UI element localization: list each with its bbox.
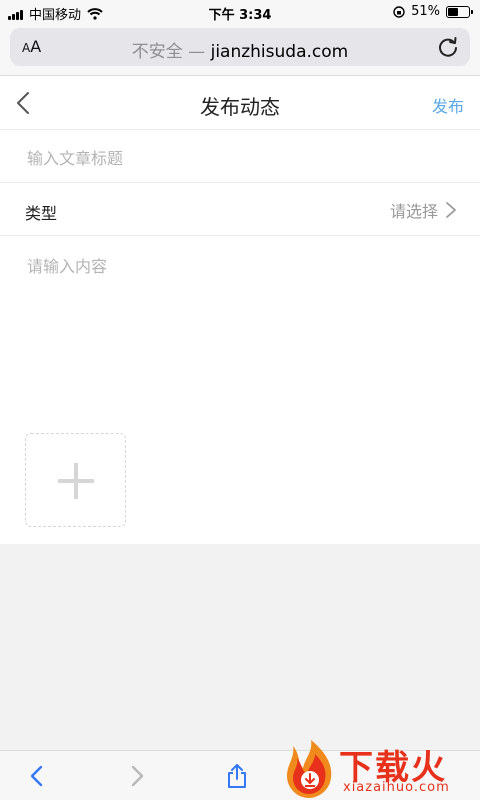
content-input[interactable] [25, 251, 455, 411]
reload-icon[interactable] [436, 35, 460, 59]
app-header: 发布动态 发布 [0, 77, 480, 130]
page-title: 发布动态 [200, 95, 280, 119]
watermark-domain: xiazaihuo.com [343, 780, 450, 795]
type-label: 类型 [25, 204, 58, 223]
share-icon[interactable] [224, 763, 250, 789]
title-input[interactable] [25, 145, 455, 171]
watermark: 下载火 xiazaihuo.com [283, 738, 480, 800]
url-text[interactable]: 不安全 — jianzhisuda.com [10, 37, 470, 62]
watermark-logo-icon [287, 740, 332, 798]
add-image-button[interactable] [25, 433, 126, 527]
status-bar: 中国移动 下午 3:34 51% [0, 0, 480, 24]
title-row [0, 131, 480, 183]
chevron-right-icon [446, 202, 456, 218]
browser-back-icon[interactable] [24, 763, 50, 789]
url-field[interactable]: AA 不安全 — jianzhisuda.com [10, 28, 470, 66]
orientation-lock-icon [393, 5, 405, 18]
domain-label: jianzhisuda.com [210, 42, 349, 62]
content-area [0, 237, 480, 427]
browser-address-bar: AA 不安全 — jianzhisuda.com [0, 24, 480, 76]
battery-percent: 51% [411, 4, 440, 19]
type-value: 请选择 [389, 202, 438, 221]
browser-forward-icon[interactable] [124, 763, 150, 789]
type-select[interactable]: 请选择 [390, 198, 458, 222]
gray-background [0, 544, 480, 750]
insecure-label: 不安全 — [131, 42, 206, 62]
type-row[interactable]: 类型 请选择 [0, 184, 480, 236]
battery-icon [446, 5, 473, 18]
plus-icon [58, 463, 94, 499]
publish-button[interactable]: 发布 [432, 93, 464, 117]
status-right: 51% [393, 4, 473, 19]
